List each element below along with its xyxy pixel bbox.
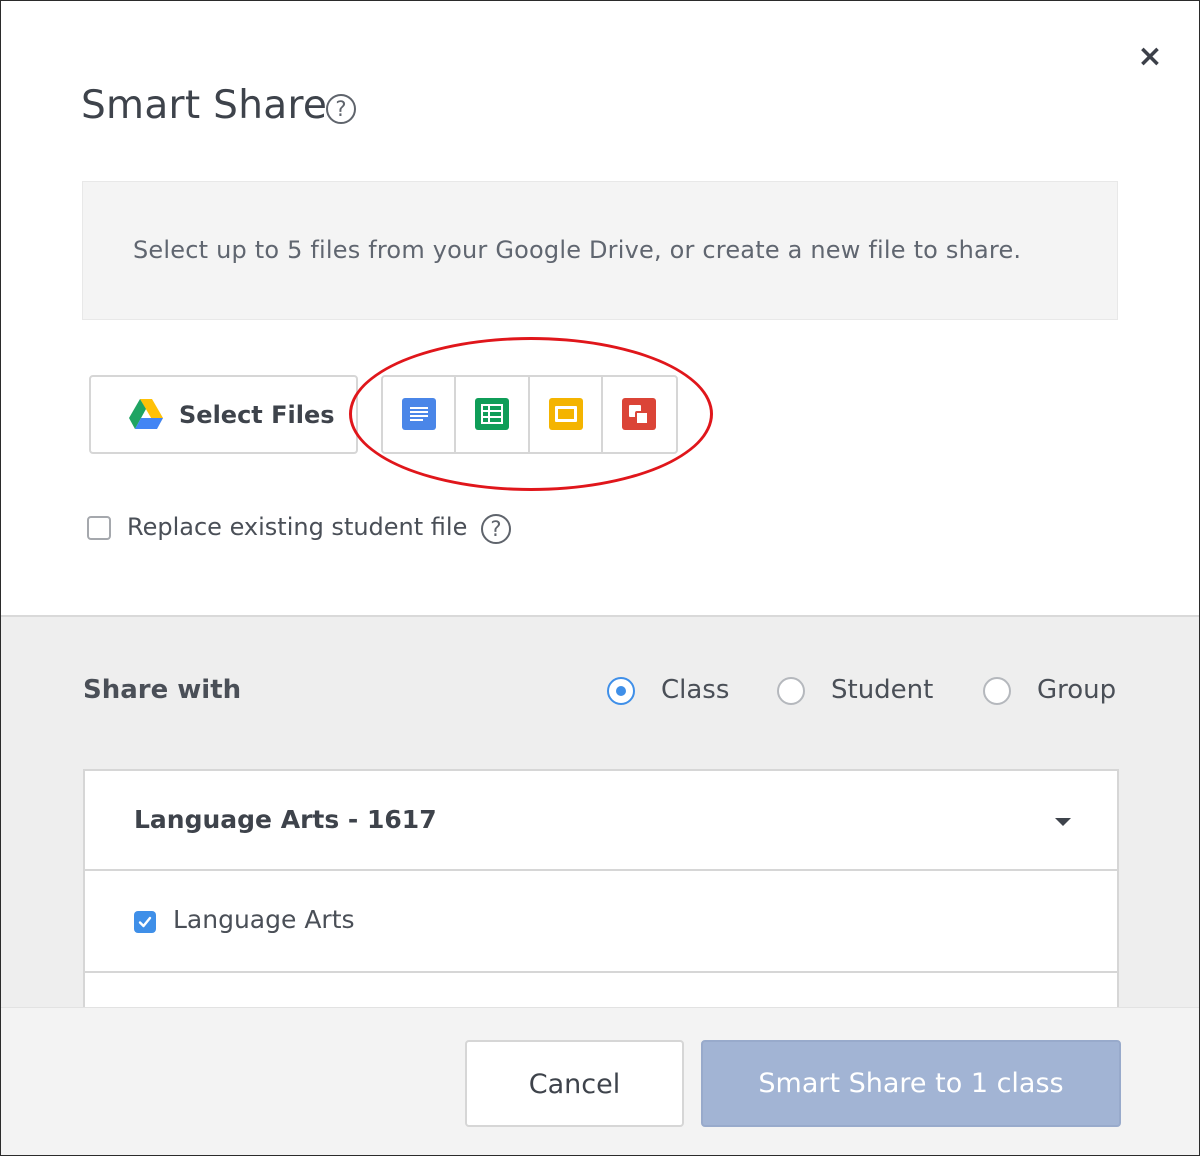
class-checkbox[interactable] [134, 911, 156, 933]
help-icon[interactable]: ? [481, 514, 511, 544]
create-drawing-button[interactable] [603, 377, 676, 452]
google-drawings-icon [621, 398, 656, 430]
replace-file-label: Replace existing student file [127, 513, 468, 541]
google-sheets-icon [475, 398, 510, 430]
info-text: Select up to 5 files from your Google Dr… [133, 236, 1022, 264]
help-icon[interactable]: ? [326, 94, 356, 124]
student-radio-label: Student [831, 675, 934, 705]
student-radio[interactable] [777, 677, 805, 705]
create-file-toolbar [381, 375, 678, 454]
share-section: Share with Class Student Group Language … [1, 615, 1199, 1009]
smart-share-dialog: × Smart Share ? Select up to 5 files fro… [0, 0, 1200, 1156]
group-radio-label: Group [1037, 675, 1117, 705]
create-slides-button[interactable] [530, 377, 603, 452]
dialog-title: Smart Share [81, 83, 328, 128]
create-sheet-button[interactable] [456, 377, 530, 452]
class-list: Language Arts - 1617 Language Arts [83, 769, 1119, 1009]
replace-file-checkbox[interactable] [87, 516, 111, 540]
create-doc-button[interactable] [383, 377, 457, 452]
checkmark-icon [138, 916, 152, 928]
google-docs-icon [402, 398, 436, 430]
class-radio-label: Class [661, 675, 730, 705]
group-radio[interactable] [983, 677, 1011, 705]
select-files-label: Select Files [179, 401, 335, 429]
info-panel: Select up to 5 files from your Google Dr… [82, 181, 1118, 320]
list-item: Language Arts [85, 871, 1117, 973]
cancel-button[interactable]: Cancel [465, 1040, 684, 1127]
class-dropdown[interactable]: Language Arts - 1617 [85, 771, 1117, 871]
class-dropdown-label: Language Arts - 1617 [134, 805, 437, 834]
chevron-down-icon [1055, 818, 1071, 826]
dialog-footer: Cancel Smart Share to 1 class [1, 1007, 1199, 1155]
google-drive-icon [129, 399, 163, 429]
share-with-label: Share with [83, 675, 242, 705]
smart-share-submit-button[interactable]: Smart Share to 1 class [701, 1040, 1121, 1127]
close-icon[interactable]: × [1137, 42, 1163, 72]
google-slides-icon [548, 398, 583, 430]
select-files-button[interactable]: Select Files [89, 375, 358, 454]
class-radio[interactable] [607, 677, 635, 705]
class-item-label: Language Arts [173, 905, 355, 934]
